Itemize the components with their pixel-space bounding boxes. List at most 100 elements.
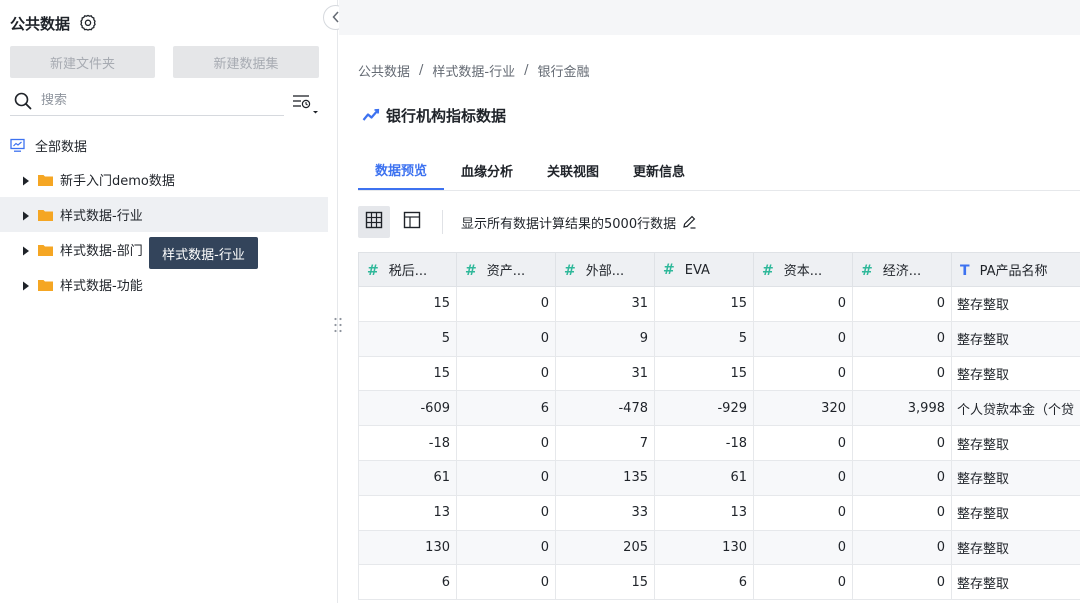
table-cell[interactable]: 整存整取 [951,320,1080,357]
column-header[interactable]: # 外部... [555,252,655,287]
filter-settings-icon[interactable] [290,92,320,116]
table-cell[interactable]: 9 [555,320,655,357]
caret-right-icon[interactable] [22,280,30,290]
table-cell[interactable]: 6 [456,390,556,427]
table-cell[interactable]: 0 [753,564,853,601]
table-cell[interactable]: 0 [456,320,556,357]
table-cell[interactable]: -18 [654,425,754,461]
table-cell[interactable]: 整存整取 [951,425,1080,461]
breadcrumb-item[interactable]: 样式数据-行业 [432,61,515,80]
table-cell[interactable]: 5 [358,320,457,357]
table-cell[interactable]: 15 [358,355,457,392]
tree-item-style-function[interactable]: 样式数据-功能 [0,267,328,302]
table-cell[interactable]: 0 [753,355,853,392]
table-cell[interactable]: 0 [852,529,952,566]
table-cell[interactable]: 31 [555,355,655,392]
table-cell[interactable]: 130 [358,529,457,566]
table-cell[interactable]: 6 [654,564,754,601]
table-cell[interactable]: 0 [456,355,556,392]
table-cell[interactable]: 0 [753,459,853,496]
tab-update-info[interactable]: 更新信息 [616,150,702,190]
table-cell[interactable]: 15 [358,286,457,322]
number-type-icon: # [663,261,675,278]
column-header[interactable]: # EVA [654,252,754,287]
table-cell[interactable]: 整存整取 [951,564,1080,601]
column-header[interactable]: # 资本... [753,252,853,287]
table-cell[interactable]: 13 [654,494,754,531]
number-type-icon: # [861,263,873,279]
table-cell[interactable]: 15 [555,564,655,601]
number-type-icon: # [465,263,477,279]
caret-right-icon[interactable] [22,245,30,255]
table-cell[interactable]: -609 [358,390,457,427]
grid-view-button[interactable] [358,206,390,238]
table-cell[interactable]: 0 [753,529,853,566]
tree-root-all-data[interactable]: 全部数据 [0,128,328,162]
tree-item-newbie-demo[interactable]: 新手入门demo数据 [0,162,328,197]
table-cell[interactable]: 整存整取 [951,529,1080,566]
table-cell[interactable]: 135 [555,459,655,496]
table-cell[interactable]: 61 [358,459,457,496]
table-cell[interactable]: 0 [456,529,556,566]
table-cell[interactable]: 0 [753,494,853,531]
tab-lineage-analysis[interactable]: 血缘分析 [444,150,530,190]
table-cell[interactable]: 15 [654,355,754,392]
table-cell[interactable]: 0 [456,459,556,496]
table-cell[interactable]: 205 [555,529,655,566]
page-title: 银行机构指标数据 [362,104,506,126]
table-cell[interactable]: 个人贷款本金（个贷 [951,390,1080,427]
table-cell[interactable]: 0 [852,286,952,322]
search-input[interactable] [41,93,261,108]
table-cell[interactable]: 33 [555,494,655,531]
column-header[interactable]: # 资产... [456,252,556,287]
tab-related-views[interactable]: 关联视图 [530,150,616,190]
table-cell[interactable]: 130 [654,529,754,566]
edit-icon[interactable] [681,214,697,230]
table-cell[interactable]: 13 [358,494,457,531]
new-folder-button[interactable]: 新建文件夹 [10,46,155,78]
table-cell[interactable]: 31 [555,286,655,322]
caret-right-icon[interactable] [22,210,30,220]
table-cell[interactable]: 0 [852,320,952,357]
table-cell[interactable]: 0 [852,425,952,461]
new-dataset-button[interactable]: 新建数据集 [173,46,319,78]
table-row: -18 0 7 -18 0 0 整存整取 [358,425,1080,461]
table-cell[interactable]: 0 [753,286,853,322]
table-cell[interactable]: 0 [456,564,556,601]
resize-handle-icon[interactable] [333,316,343,334]
tab-data-preview[interactable]: 数据预览 [358,150,445,190]
table-cell[interactable]: 3,998 [852,390,952,427]
folder-icon [38,209,53,221]
table-cell[interactable]: -18 [358,425,457,461]
table-cell[interactable]: 0 [852,355,952,392]
table-cell[interactable]: 0 [852,564,952,601]
table-cell[interactable]: 6 [358,564,457,601]
table-cell[interactable]: 0 [456,286,556,322]
column-header[interactable]: T PA产品名称 [951,252,1080,287]
table-cell[interactable]: -478 [555,390,655,427]
table-cell[interactable]: 5 [654,320,754,357]
table-cell[interactable]: 整存整取 [951,355,1080,392]
table-cell[interactable]: 0 [753,425,853,461]
table-cell[interactable]: 0 [456,425,556,461]
table-cell[interactable]: 0 [852,494,952,531]
table-cell[interactable]: 0 [753,320,853,357]
table-cell[interactable]: 61 [654,459,754,496]
table-row: -609 6 -478 -929 320 3,998 个人贷款本金（个贷 [358,390,1080,427]
table-cell[interactable]: 320 [753,390,853,427]
column-header[interactable]: # 税后... [358,252,457,287]
table-cell[interactable]: 整存整取 [951,494,1080,531]
table-cell[interactable]: 整存整取 [951,459,1080,496]
table-cell[interactable]: 15 [654,286,754,322]
schema-view-button[interactable] [396,206,428,238]
tree-item-style-industry[interactable]: 样式数据-行业 [0,197,328,232]
table-cell[interactable]: 7 [555,425,655,461]
breadcrumb-item[interactable]: 公共数据 [358,61,410,80]
table-cell[interactable]: 0 [456,494,556,531]
table-cell[interactable]: 整存整取 [951,286,1080,322]
table-cell[interactable]: -929 [654,390,754,427]
column-header[interactable]: # 经济... [852,252,952,287]
gear-icon[interactable] [79,14,97,32]
caret-right-icon[interactable] [22,175,30,185]
table-cell[interactable]: 0 [852,459,952,496]
